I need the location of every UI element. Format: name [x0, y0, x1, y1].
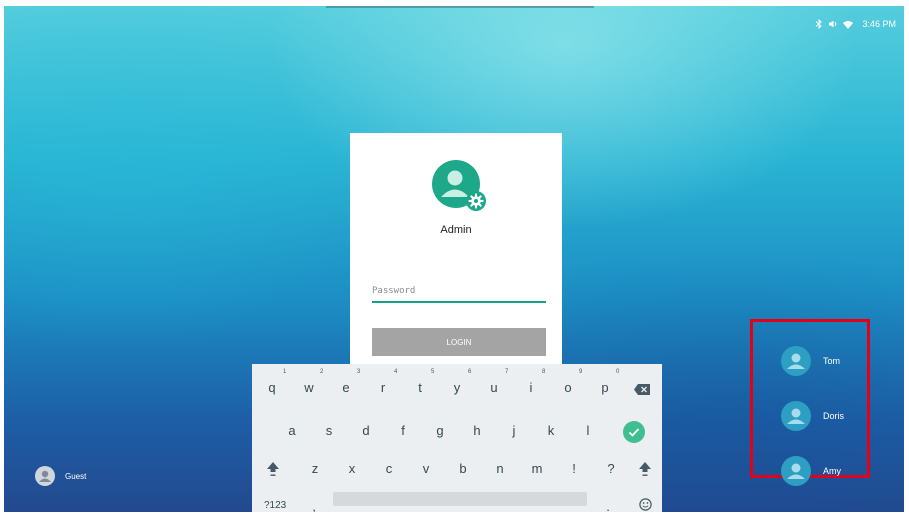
backspace-icon[interactable]	[634, 384, 650, 395]
key-x[interactable]: x	[340, 461, 364, 477]
login-card: Admin LOGIN	[350, 133, 562, 373]
guest-label: Guest	[65, 471, 87, 481]
key-b[interactable]: b	[451, 461, 475, 477]
key-hint: 8	[542, 369, 546, 375]
status-bar: 3:46 PM	[815, 19, 896, 29]
shift-left-icon[interactable]	[266, 461, 280, 477]
user-item-tom[interactable]: Tom	[781, 346, 840, 376]
key-y[interactable]: y	[445, 380, 469, 396]
key-h[interactable]: h	[465, 423, 489, 439]
key-p[interactable]: p	[593, 380, 617, 396]
key-period[interactable]: .	[596, 499, 620, 512]
user-item-doris[interactable]: Doris	[781, 401, 844, 431]
key-m[interactable]: m	[525, 461, 549, 477]
key-c[interactable]: c	[377, 461, 401, 477]
user-name: Doris	[823, 411, 845, 421]
user-avatar	[781, 456, 811, 486]
user-avatar	[781, 346, 811, 376]
key-t[interactable]: t	[408, 380, 432, 396]
user-list-panel: Tom Doris Amy	[750, 319, 870, 486]
key-v[interactable]: v	[414, 461, 438, 477]
key-e[interactable]: e	[334, 380, 358, 396]
bluetooth-icon	[816, 19, 823, 29]
key-hint: 2	[320, 369, 324, 375]
key-hint: 0	[616, 369, 620, 375]
key-s[interactable]: s	[317, 423, 341, 439]
key-f[interactable]: f	[391, 423, 415, 439]
guest-avatar	[35, 466, 55, 486]
key-l[interactable]: l	[576, 423, 600, 439]
symbols-key[interactable]: ?123	[264, 500, 286, 511]
key-z[interactable]: z	[303, 461, 327, 477]
person-icon	[787, 463, 805, 479]
enter-key[interactable]	[623, 421, 645, 443]
key-u[interactable]: u	[482, 380, 506, 396]
key-d[interactable]: d	[354, 423, 378, 439]
key-comma[interactable]: ,	[302, 499, 326, 512]
lock-screen: 3:46 PM Admin LOGIN Tom Doris Amy Guest …	[4, 6, 904, 512]
user-item-amy[interactable]: Amy	[781, 456, 841, 486]
user-name: Amy	[823, 466, 841, 476]
volume-icon	[829, 20, 837, 28]
on-screen-keyboard: 1 q 2 w 3 e 4 r 5 t 6 y 7 u 8 i 9 o 0 p …	[252, 364, 662, 512]
person-icon	[787, 353, 805, 369]
user-avatar	[781, 401, 811, 431]
check-icon	[628, 428, 640, 437]
spacebar[interactable]	[333, 492, 587, 506]
key-hint: 1	[283, 369, 287, 375]
key-a[interactable]: a	[280, 423, 304, 439]
shift-right-icon[interactable]	[638, 461, 652, 477]
key-hint: 5	[431, 369, 435, 375]
wifi-icon	[843, 20, 854, 29]
key-k[interactable]: k	[539, 423, 563, 439]
key-hint: 6	[468, 369, 472, 375]
guest-user[interactable]: Guest	[35, 466, 86, 486]
password-input[interactable]	[372, 283, 546, 303]
key-i[interactable]: i	[519, 380, 543, 396]
key-hint: 9	[579, 369, 583, 375]
key-question[interactable]: ?	[599, 461, 623, 477]
user-name: Tom	[823, 356, 841, 366]
key-q[interactable]: q	[260, 380, 284, 396]
admin-user-name: Admin	[440, 224, 472, 236]
key-n[interactable]: n	[488, 461, 512, 477]
key-r[interactable]: r	[371, 380, 395, 396]
key-g[interactable]: g	[428, 423, 452, 439]
gear-icon	[466, 191, 486, 211]
key-j[interactable]: j	[502, 423, 526, 439]
login-button[interactable]: LOGIN	[372, 328, 546, 356]
person-icon	[787, 408, 805, 424]
key-exclamation[interactable]: !	[562, 461, 586, 477]
key-o[interactable]: o	[556, 380, 580, 396]
key-hint: 7	[505, 369, 509, 375]
key-hint: 4	[394, 369, 398, 375]
person-icon	[39, 470, 51, 482]
key-w[interactable]: w	[297, 380, 321, 396]
key-hint: 3	[357, 369, 361, 375]
top-divider	[326, 6, 594, 8]
clock-time: 3:46 PM	[862, 19, 896, 29]
emoji-icon[interactable]	[639, 498, 652, 511]
